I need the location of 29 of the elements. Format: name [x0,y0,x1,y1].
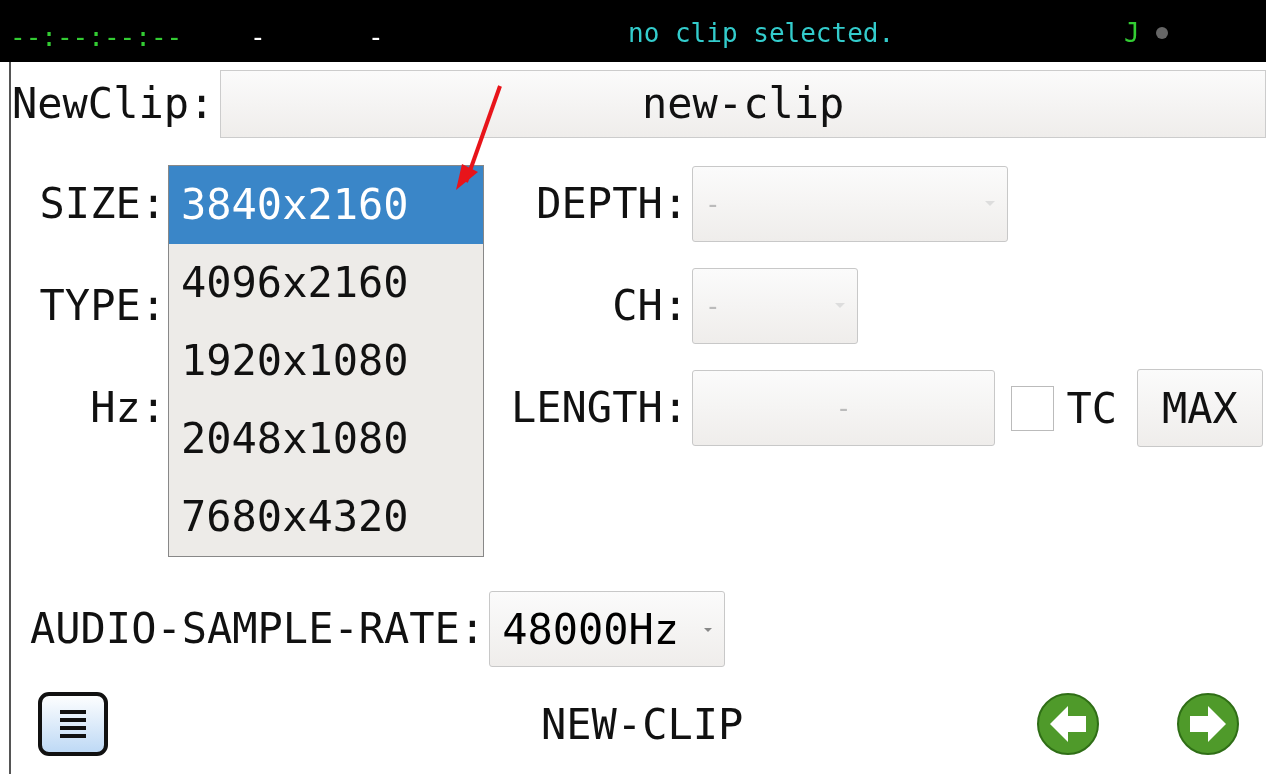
field-label: DEPTH: [535,179,688,229]
status-message: no clip selected. [628,18,895,48]
caret-icon [704,628,713,632]
sample-rate-dropdown[interactable]: 48000Hz [489,591,726,667]
dropdown-option[interactable]: 4096x2160 [169,244,483,322]
dropdown-option[interactable]: 2048x1080 [169,400,483,478]
field-label: Hz: [89,383,166,433]
status-text: - [250,22,266,52]
field-label: TYPE: [38,281,166,331]
menu-icon[interactable] [38,692,108,756]
dropdown-option[interactable]: 3840x2160 [169,166,483,244]
clip-name-field[interactable]: new-clip [220,70,1266,138]
checkbox-label: TC [1066,383,1117,433]
tc-checkbox[interactable] [1011,385,1055,431]
status-dot-icon [1156,27,1168,39]
dropdown-option[interactable]: 7680x4320 [169,478,483,556]
status-text: - [368,22,384,52]
status-indicator: J [1124,18,1140,48]
caret-icon [835,303,845,308]
dropdown-option[interactable]: 1920x1080 [169,322,483,400]
timecode: --:--:--:-- [10,22,183,52]
field-label: SIZE: [38,179,166,229]
caret-icon [985,201,995,206]
field-label: CH: [611,281,688,331]
max-button[interactable]: MAX [1137,369,1263,447]
field-label: LENGTH: [510,383,688,433]
screen-title: NEW-CLIP [541,699,744,749]
field-label: NewClip: [11,79,215,129]
field-label: AUDIO-SAMPLE-RATE: [30,604,486,654]
